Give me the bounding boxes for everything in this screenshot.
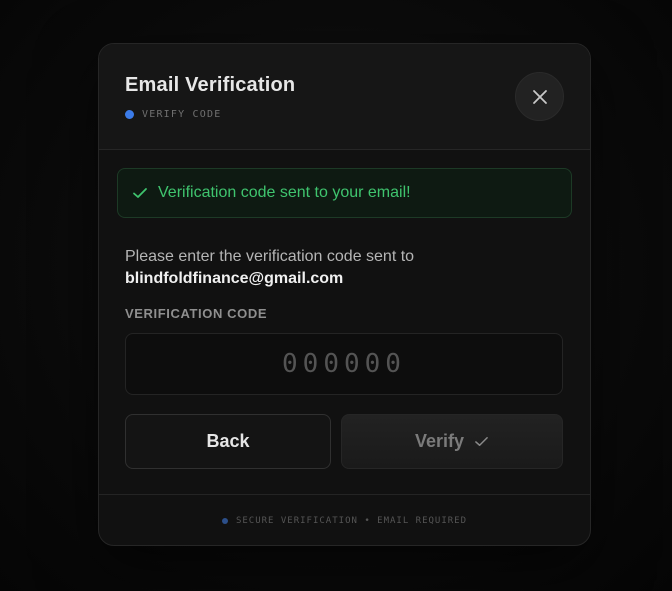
close-button[interactable] (515, 72, 564, 121)
modal-footer: SECURE VERIFICATION • EMAIL REQUIRED (99, 494, 590, 545)
back-button[interactable]: Back (125, 414, 331, 469)
modal-title: Email Verification (125, 74, 296, 96)
verification-code-input[interactable] (125, 333, 563, 395)
modal-subtitle: VERIFY CODE (125, 109, 221, 120)
alert-message: Verification code sent to your email! (158, 184, 411, 201)
instruction-text: Please enter the verification code sent … (125, 246, 414, 290)
instruction-line: Please enter the verification code sent … (125, 248, 415, 265)
check-icon (475, 437, 488, 446)
verification-code-label: VERIFICATION CODE (125, 306, 268, 321)
close-icon (532, 89, 547, 104)
verify-button-label: Verify (414, 431, 465, 451)
check-icon (133, 188, 147, 198)
success-alert: Verification code sent to your email! (117, 168, 572, 218)
email-verification-modal: Email Verification VERIFY CODE Verificat… (98, 43, 591, 546)
verify-button[interactable]: Verify (341, 414, 563, 469)
back-button-label: Back (206, 431, 250, 451)
email-address: blindfoldfinance@gmail.com (125, 270, 344, 287)
status-dot (125, 110, 134, 119)
subtitle-text: VERIFY CODE (142, 109, 222, 120)
footer-text: SECURE VERIFICATION • EMAIL REQUIRED (235, 516, 468, 526)
modal-header: Email Verification VERIFY CODE (99, 44, 590, 150)
footer-dot (221, 518, 228, 524)
